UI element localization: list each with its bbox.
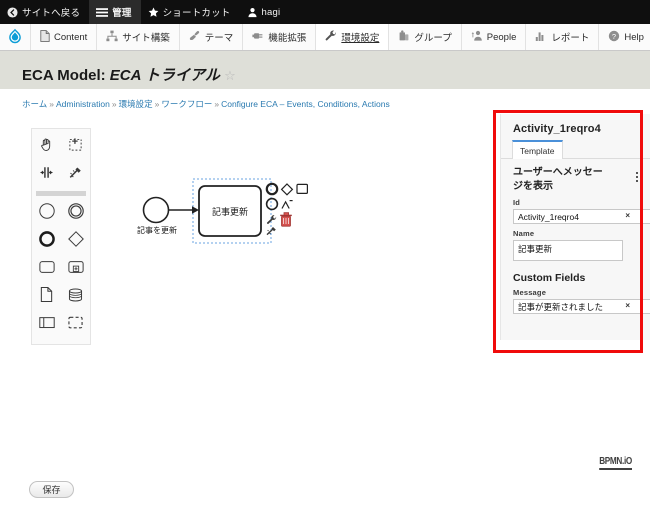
page-title-name: ECA トライアル	[109, 67, 220, 84]
task-label: 記事更新	[211, 207, 248, 217]
drupal-admin-menu: Content サイト構築 テーマ 機能拡張 環境設定 グループ People …	[0, 24, 650, 51]
svg-text:?: ?	[612, 32, 616, 41]
tab-template[interactable]: Template	[512, 140, 563, 159]
menu-item-label: Content	[54, 31, 88, 43]
context-pad-change-type	[266, 215, 277, 224]
help-icon: ?	[608, 30, 620, 45]
context-pad-append-gateway	[280, 183, 294, 196]
admin-item-back-to-site[interactable]: サイトへ戻る	[0, 0, 89, 24]
menu-item-label: 環境設定	[341, 33, 380, 44]
menu-item-group[interactable]: グループ	[389, 24, 462, 50]
people-icon	[471, 30, 483, 45]
admin-item-label: ショートカット	[162, 8, 231, 19]
admin-item-label: 管理	[112, 8, 132, 19]
menu-item-label: Help	[624, 31, 644, 43]
drupal-drop-icon	[8, 28, 22, 47]
field-message: Message ×	[501, 288, 650, 314]
breadcrumb-item-0[interactable]: ホーム	[22, 99, 47, 109]
hamburger-icon	[96, 7, 109, 18]
admin-item-manage[interactable]: 管理	[89, 0, 141, 24]
breadcrumb-item-2[interactable]: 環境設定	[119, 99, 153, 109]
admin-item-user[interactable]: hagi	[240, 0, 290, 24]
context-pad-append-task	[296, 183, 308, 195]
bpmn-diagram[interactable]	[0, 112, 487, 472]
bpmn-canvas[interactable]: 記事を更新 記事更新	[0, 112, 487, 472]
back-arrow-icon	[7, 6, 18, 18]
field-name: Name	[501, 224, 650, 263]
save-button[interactable]: 保存	[29, 481, 74, 498]
kebab-menu-icon[interactable]	[636, 166, 640, 182]
menu-item-content[interactable]: Content	[31, 24, 98, 50]
drupal-logo-button[interactable]	[0, 24, 31, 50]
template-name: ユーザーへメッセージを表示	[513, 167, 603, 192]
start-event-label: 記事を更新	[137, 226, 177, 235]
breadcrumb-separator: »	[214, 99, 220, 109]
context-pad-global-connect	[266, 227, 276, 236]
field-message-input-wrap: ×	[513, 299, 650, 314]
breadcrumb-separator: »	[111, 99, 117, 109]
user-icon	[247, 7, 258, 18]
context-pad-append-end-event	[265, 182, 279, 196]
page-root: サイトへ戻る 管理 ショートカット hagi Content サイト構築 テーマ…	[0, 0, 650, 521]
id-clear-icon[interactable]: ×	[625, 211, 630, 220]
field-id: Id ×	[501, 195, 650, 224]
breadcrumb-item-1[interactable]: Administration	[56, 99, 110, 109]
breadcrumb-separator: »	[49, 99, 54, 109]
context-pad-delete	[280, 212, 292, 227]
page-title-prefix: ECA Model:	[22, 67, 106, 84]
menu-item-reports[interactable]: レポート	[526, 24, 600, 50]
field-id-label: Id	[513, 198, 521, 207]
template-row: ユーザーへメッセージを表示	[501, 159, 650, 195]
message-clear-icon[interactable]: ×	[625, 301, 630, 310]
menu-item-label: レポート	[551, 33, 590, 44]
menu-item-label: People	[486, 31, 517, 43]
sitemap-icon	[106, 30, 118, 45]
brush-icon	[189, 30, 201, 45]
breadcrumb-item-4[interactable]: Configure ECA – Events, Conditions, Acti…	[221, 99, 390, 109]
custom-fields-heading: Custom Fields	[513, 272, 586, 284]
document-icon	[40, 29, 50, 45]
context-pad-connect	[281, 200, 293, 209]
menu-item-appearance[interactable]: テーマ	[180, 24, 244, 50]
menu-item-label: 機能拡張	[268, 33, 307, 44]
chart-icon	[535, 30, 547, 45]
breadcrumb-item-3[interactable]: ワークフロー	[161, 99, 212, 109]
menu-item-extend[interactable]: 機能拡張	[243, 24, 317, 50]
field-name-label: Name	[513, 229, 535, 238]
menu-item-configuration[interactable]: 環境設定	[316, 24, 390, 50]
drupal-admin-bar: サイトへ戻る 管理 ショートカット hagi	[0, 0, 650, 24]
menu-item-label: テーマ	[204, 33, 234, 44]
group-icon	[398, 29, 410, 45]
star-outline-icon[interactable]: ☆	[224, 68, 236, 83]
wrench-icon	[325, 29, 337, 45]
field-id-input-wrap: ×	[513, 209, 650, 224]
properties-element-id: Activity_1reqro4	[513, 123, 601, 135]
menu-item-structure[interactable]: サイト構築	[97, 24, 180, 50]
properties-panel: Activity_1reqro4 Template ユーザーへメッセージを表示 …	[500, 114, 650, 340]
menu-item-help[interactable]: ? Help	[599, 24, 650, 50]
field-message-label: Message	[513, 288, 547, 297]
name-textarea[interactable]	[513, 240, 623, 261]
menu-item-label: サイト構築	[122, 33, 170, 44]
properties-tabs: Template	[501, 139, 650, 159]
bpmn-io-logo: BPMN.iO	[599, 456, 632, 470]
page-title: ECA Model: ECA トライアル ☆	[22, 64, 236, 85]
admin-item-shortcuts[interactable]: ショートカット	[141, 0, 240, 24]
star-icon	[148, 6, 159, 18]
plug-icon	[252, 30, 264, 45]
admin-item-label: hagi	[261, 6, 281, 18]
admin-item-label: サイトへ戻る	[22, 8, 81, 19]
bpmn-context-pad[interactable]	[265, 182, 313, 242]
context-pad-append-intermediate-event	[265, 197, 279, 211]
breadcrumb: ホーム» Administration» 環境設定» ワークフロー» Configure…	[22, 98, 390, 110]
menu-item-label: グループ	[414, 33, 452, 44]
menu-item-people[interactable]: People	[462, 24, 527, 50]
